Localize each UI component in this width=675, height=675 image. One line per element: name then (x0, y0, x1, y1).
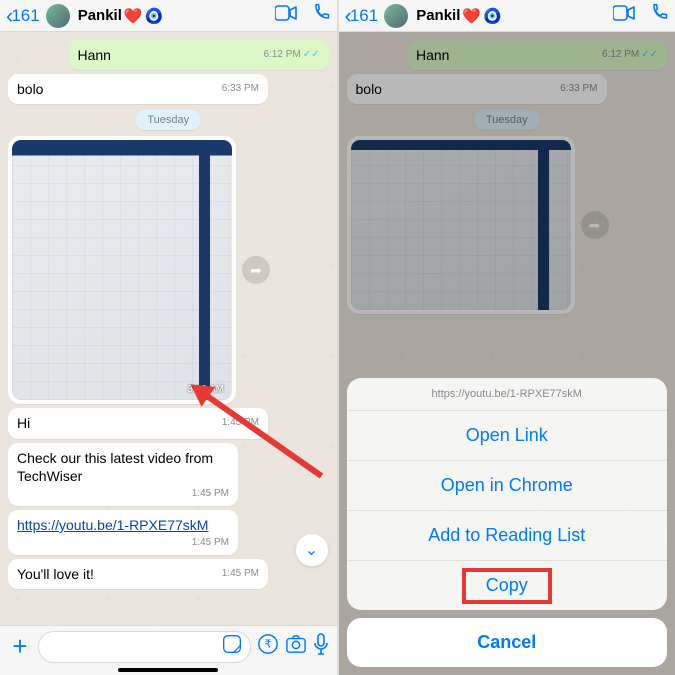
message-text: Hann (78, 47, 111, 63)
message-in[interactable]: You'll love it! 1:45 PM (8, 559, 268, 589)
message-text: Check our this latest video from TechWis… (17, 450, 213, 484)
contact-name[interactable]: Pankil ❤️ 🧿 (416, 7, 502, 25)
message-text: Hi (17, 415, 30, 431)
action-copy-label: Copy (486, 575, 528, 595)
screenshot-left: ‹ 161 Pankil ❤️ 🧿 Hann 6:12 PM✓✓ bolo 6:… (0, 0, 338, 675)
action-sheet-title: https://youtu.be/1-RPXE77skM (347, 378, 668, 411)
back-button[interactable]: ‹ 161 (6, 5, 40, 27)
mic-icon[interactable] (313, 633, 329, 661)
screenshot-right: ‹ 161 Pankil ❤️ 🧿 Hann 6:12 PM✓✓ bolo 6:… (338, 0, 675, 675)
attach-plus-icon[interactable]: + (8, 631, 32, 662)
action-reading-list[interactable]: Add to Reading List (347, 511, 668, 561)
voice-call-icon[interactable] (649, 3, 669, 29)
chat-area: Hann 6:12 PM✓✓ bolo 6:33 PM Tuesday 3:10… (0, 32, 337, 625)
link-text[interactable]: https://youtu.be/1-RPXE77skM (17, 517, 208, 533)
heart-icon: ❤️ (462, 7, 481, 25)
video-call-icon[interactable] (613, 4, 635, 27)
message-in[interactable]: bolo 6:33 PM (8, 74, 268, 104)
action-sheet-group: https://youtu.be/1-RPXE77skM Open Link O… (347, 378, 668, 610)
back-count: 161 (11, 6, 39, 26)
home-indicator (118, 668, 218, 672)
photo-time: 3:10 AM (187, 384, 224, 395)
message-time: 1:45 PM (17, 487, 229, 500)
message-in[interactable]: Hi 1:45 PM (8, 408, 268, 438)
nazar-icon: 🧿 (145, 7, 164, 25)
contact-name[interactable]: Pankil ❤️ 🧿 (78, 7, 164, 25)
action-copy[interactable]: Copy (347, 561, 668, 610)
svg-text:₹: ₹ (264, 638, 271, 650)
payment-icon[interactable]: ₹ (257, 633, 279, 661)
heart-icon: ❤️ (124, 7, 143, 25)
date-separator: Tuesday (135, 110, 201, 130)
back-count: 161 (350, 6, 378, 26)
message-text: bolo (17, 81, 43, 97)
scroll-to-bottom-button[interactable]: ⌄ (295, 533, 329, 567)
message-photo[interactable]: 3:10 AM ➦ (8, 136, 236, 404)
sticker-icon[interactable] (222, 634, 242, 659)
message-text: You'll love it! (17, 566, 94, 582)
message-time: 6:33 PM (222, 82, 259, 95)
avatar[interactable] (384, 4, 408, 28)
chat-header: ‹ 161 Pankil ❤️ 🧿 (0, 0, 337, 32)
contact-name-text: Pankil (416, 7, 460, 24)
message-out[interactable]: Hann 6:12 PM✓✓ (69, 40, 329, 70)
message-input[interactable] (38, 631, 251, 663)
voice-call-icon[interactable] (311, 3, 331, 29)
message-time: 1:45 PM (17, 536, 229, 549)
action-cancel[interactable]: Cancel (347, 618, 668, 667)
chat-header: ‹ 161 Pankil ❤️ 🧿 (339, 0, 675, 32)
camera-icon[interactable] (285, 634, 307, 660)
message-time: 6:12 PM✓✓ (263, 48, 319, 61)
contact-name-text: Pankil (78, 7, 122, 24)
action-open-link[interactable]: Open Link (347, 411, 668, 461)
nazar-icon: 🧿 (483, 7, 502, 25)
message-time: 1:45 PM (222, 416, 259, 429)
action-sheet: https://youtu.be/1-RPXE77skM Open Link O… (347, 378, 668, 667)
avatar[interactable] (46, 4, 70, 28)
message-in-link[interactable]: https://youtu.be/1-RPXE77skM 1:45 PM (8, 510, 238, 555)
message-time: 1:45 PM (222, 567, 259, 580)
message-in[interactable]: Check our this latest video from TechWis… (8, 443, 238, 506)
action-open-chrome[interactable]: Open in Chrome (347, 461, 668, 511)
back-button[interactable]: ‹ 161 (345, 5, 379, 27)
photo-thumbnail[interactable]: 3:10 AM (12, 140, 232, 400)
forward-icon[interactable]: ➦ (242, 256, 270, 284)
video-call-icon[interactable] (275, 4, 297, 27)
